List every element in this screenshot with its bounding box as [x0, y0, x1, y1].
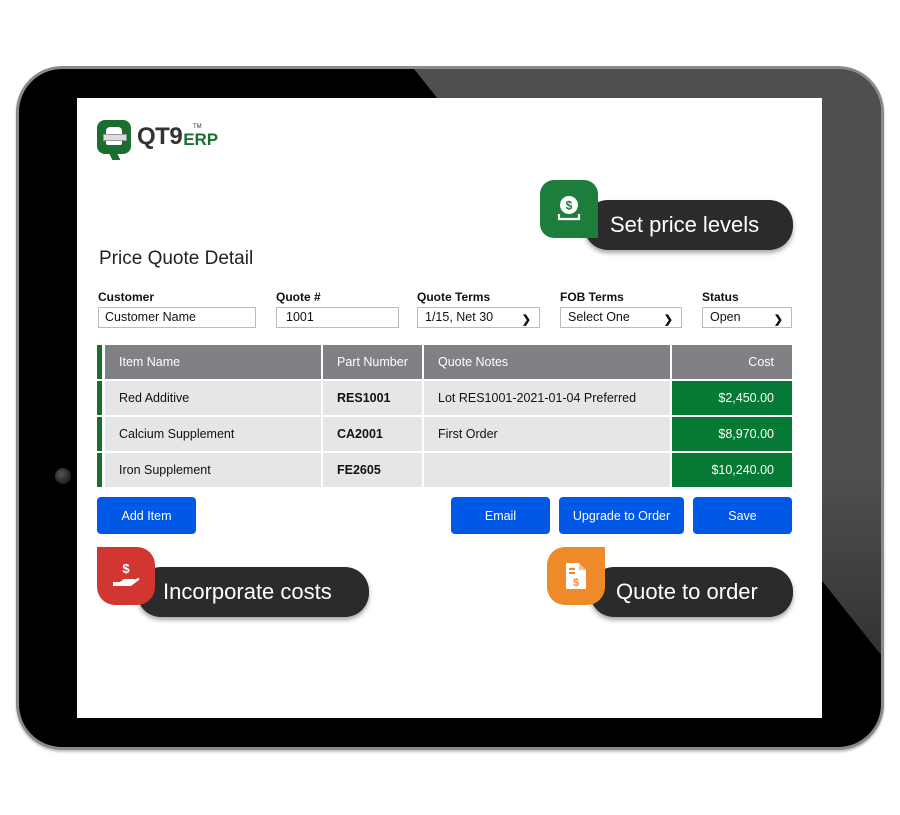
svg-text:$: $ — [122, 561, 130, 576]
callout-quote-to-order: Quote to order — [590, 567, 793, 617]
row-accent — [97, 345, 102, 379]
svg-text:$: $ — [573, 577, 579, 589]
row-accent — [97, 453, 102, 487]
quote-terms-value: 1/15, Net 30 — [425, 310, 494, 324]
status-value: Open — [710, 310, 741, 324]
cost-cell[interactable]: $10,240.00 — [672, 453, 792, 487]
column-header-item-name[interactable]: Item Name — [105, 345, 321, 379]
item-name-cell[interactable]: Calcium Supplement — [105, 417, 321, 451]
save-button[interactable]: Save — [693, 497, 792, 534]
chevron-down-icon: ❯ — [663, 314, 673, 326]
fob-terms-select[interactable]: Select One ❯ — [560, 307, 682, 328]
cost-cell[interactable]: $8,970.00 — [672, 417, 792, 451]
add-item-button[interactable]: Add Item — [97, 497, 196, 534]
row-accent — [97, 417, 102, 451]
quote-notes-cell[interactable] — [424, 453, 670, 487]
logo-erp: ERP — [183, 130, 219, 149]
email-button[interactable]: Email — [451, 497, 550, 534]
chevron-down-icon: ❯ — [521, 314, 531, 326]
quote-terms-label: Quote Terms — [417, 290, 491, 304]
table-row[interactable]: Red Additive RES1001 Lot RES1001-2021-01… — [97, 381, 792, 415]
callout-incorporate-costs: Incorporate costs — [137, 567, 369, 617]
callout-text: Quote to order — [616, 579, 758, 604]
quote-terms-select[interactable]: 1/15, Net 30 ❯ — [417, 307, 540, 328]
fob-terms-field: FOB Terms Select One ❯ — [560, 290, 682, 328]
fob-terms-value: Select One — [568, 310, 630, 324]
hand-dollar-icon: $ — [97, 547, 155, 605]
status-select[interactable]: Open ❯ — [702, 307, 792, 328]
row-accent — [97, 381, 102, 415]
column-header-cost[interactable]: Cost — [672, 345, 792, 379]
quote-number-label: Quote # — [276, 290, 321, 304]
customer-label: Customer — [98, 290, 155, 304]
camera-icon — [55, 468, 71, 484]
callout-set-price-levels: Set price levels — [584, 200, 793, 250]
logo-tm: TM — [193, 124, 202, 130]
table-row[interactable]: Calcium Supplement CA2001 First Order $8… — [97, 417, 792, 451]
part-number-cell[interactable]: CA2001 — [323, 417, 422, 451]
upgrade-to-order-button[interactable]: Upgrade to Order — [559, 497, 684, 534]
svg-text:$: $ — [566, 199, 573, 213]
screen: QT9 ERP TM Set price levels $ Price Quot… — [77, 98, 822, 718]
callout-text: Set price levels — [610, 212, 760, 237]
customer-field: Customer Customer Name — [98, 290, 256, 328]
chevron-down-icon: ❯ — [773, 314, 783, 326]
quote-notes-cell[interactable]: First Order — [424, 417, 670, 451]
logo-text: QT9 — [137, 123, 183, 150]
item-name-cell[interactable]: Iron Supplement — [105, 453, 321, 487]
cost-cell[interactable]: $2,450.00 — [672, 381, 792, 415]
invoice-dollar-icon: $ — [547, 547, 605, 605]
money-deposit-icon: $ — [540, 180, 598, 238]
item-name-cell[interactable]: Red Additive — [105, 381, 321, 415]
column-header-part-number[interactable]: Part Number — [323, 345, 422, 379]
logo-q-icon — [97, 120, 131, 154]
customer-input[interactable]: Customer Name — [98, 307, 256, 328]
page-title: Price Quote Detail — [99, 248, 254, 269]
callout-text: Incorporate costs — [163, 579, 332, 604]
status-label: Status — [702, 290, 739, 304]
quote-notes-cell[interactable]: Lot RES1001-2021-01-04 Preferred — [424, 381, 670, 415]
table-row[interactable]: Iron Supplement FE2605 $10,240.00 — [97, 453, 792, 487]
part-number-cell[interactable]: FE2605 — [323, 453, 422, 487]
quote-number-field: Quote # 1001 — [276, 290, 399, 328]
status-field: Status Open ❯ — [702, 290, 792, 328]
part-number-cell[interactable]: RES1001 — [323, 381, 422, 415]
fob-terms-label: FOB Terms — [560, 290, 624, 304]
app-logo: QT9 ERP TM — [97, 120, 218, 154]
quote-items-table: Item Name Part Number Quote Notes Cost R… — [97, 345, 792, 489]
table-header: Item Name Part Number Quote Notes Cost — [97, 345, 792, 379]
column-header-quote-notes[interactable]: Quote Notes — [424, 345, 670, 379]
quote-terms-field: Quote Terms 1/15, Net 30 ❯ — [417, 290, 540, 328]
quote-number-input[interactable]: 1001 — [276, 307, 399, 328]
